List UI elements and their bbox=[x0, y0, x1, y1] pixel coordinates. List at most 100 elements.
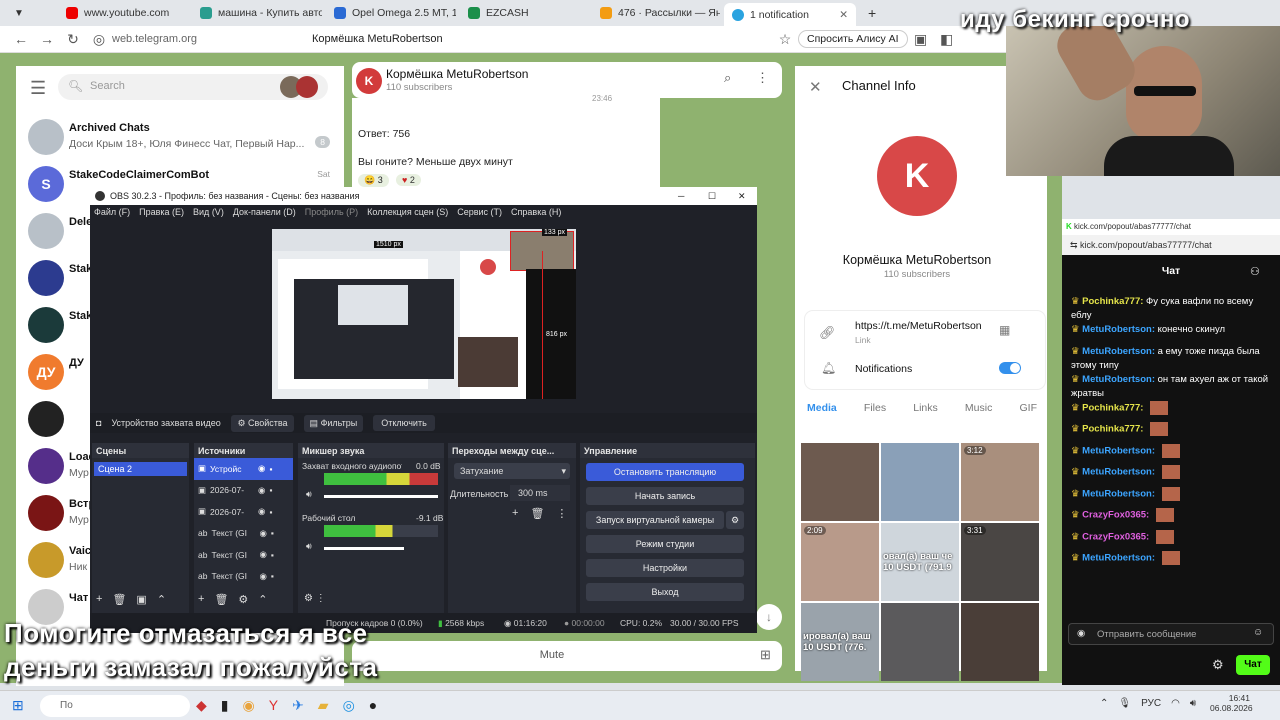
media-thumbnail[interactable] bbox=[961, 603, 1039, 681]
source-item[interactable]: ▣ Устройс ◉ ▪ bbox=[194, 458, 293, 480]
obs-menu-item[interactable]: Файл (F) bbox=[94, 207, 130, 221]
media-thumbnail[interactable] bbox=[801, 443, 879, 521]
media-tab-links[interactable]: Links bbox=[913, 402, 938, 428]
disable-button[interactable]: Отключить bbox=[373, 415, 435, 431]
scroll-down-button[interactable]: ↓ bbox=[756, 604, 782, 630]
add-icon[interactable]: + bbox=[512, 507, 518, 520]
tab-youtube[interactable]: www.youtube.com bbox=[58, 3, 188, 23]
settings-icon[interactable]: ⚙ bbox=[726, 511, 744, 529]
obs-menu-item[interactable]: Коллекция сцен (S) bbox=[367, 207, 448, 221]
chat-list-item[interactable]: Archived Chats Доси Крым 18+, Юля Финесс … bbox=[16, 114, 344, 160]
media-thumbnail[interactable]: 3:31 bbox=[961, 523, 1039, 601]
chat-username[interactable]: CrazyFox0365: bbox=[1082, 531, 1149, 542]
obs-menu-item[interactable]: Док-панели (D) bbox=[233, 207, 296, 221]
app-icon[interactable]: ◆ bbox=[196, 697, 207, 714]
extension-icon[interactable]: ▣ bbox=[908, 31, 934, 48]
search-input[interactable]: 🔍︎ Search bbox=[58, 74, 328, 100]
minimize-icon[interactable]: ─ bbox=[678, 187, 684, 205]
transition-select[interactable]: Затухание ▾ bbox=[454, 463, 570, 479]
forward-icon[interactable]: → bbox=[34, 31, 60, 47]
lock-icon[interactable]: ▪ bbox=[271, 528, 274, 538]
chat-username[interactable]: MetuRobertson: bbox=[1082, 324, 1155, 335]
kick-chat-input[interactable]: ◉ Отправить сообщение ☺ bbox=[1068, 623, 1274, 645]
alice-button[interactable]: Спросить Алису AI bbox=[798, 30, 908, 48]
chat-header[interactable]: K Кормёшка MetuRobertson 110 subscribers… bbox=[352, 62, 782, 98]
mic-icon[interactable]: 🎙︎ bbox=[1118, 698, 1131, 709]
tab-yandex-mail[interactable]: 476 · Рассылки — Яндекс bbox=[592, 3, 720, 23]
media-thumbnail[interactable]: 2:09 bbox=[801, 523, 879, 601]
chat-username[interactable]: Pochinka777: bbox=[1082, 296, 1143, 307]
telegram-icon[interactable]: ✈ bbox=[292, 697, 304, 714]
tab-auto[interactable]: машина - Купить авто bbox=[192, 3, 322, 23]
gift-icon[interactable]: ⊞ bbox=[760, 647, 771, 663]
wifi-icon[interactable]: ◠ bbox=[1171, 698, 1180, 709]
eye-icon[interactable]: ◉ bbox=[258, 463, 265, 474]
lock-icon[interactable]: ▪ bbox=[269, 507, 272, 517]
obs-preview[interactable]: 1510 px 133 px 816 px bbox=[272, 229, 576, 399]
obs-menu-item[interactable]: Правка (E) bbox=[139, 207, 184, 221]
menu-icon[interactable]: ☰ bbox=[30, 78, 46, 99]
clock[interactable]: 16:41 06.08.2026 bbox=[1210, 693, 1253, 713]
obs-control-button[interactable]: Выход bbox=[586, 583, 744, 601]
add-icon[interactable]: + bbox=[198, 593, 204, 606]
new-tab-button[interactable]: + bbox=[860, 3, 880, 23]
lock-icon[interactable]: ▪ bbox=[269, 464, 272, 474]
chat-username[interactable]: MetuRobertson: bbox=[1082, 346, 1155, 357]
folder-icon[interactable]: ▰ bbox=[318, 697, 329, 714]
trash-icon[interactable]: 🗑︎ bbox=[214, 593, 228, 606]
eye-icon[interactable]: ◉ bbox=[259, 571, 266, 582]
eye-icon[interactable]: ◉ bbox=[259, 549, 266, 560]
channel-link[interactable]: https://t.me/MetuRobertson bbox=[855, 320, 982, 332]
trash-icon[interactable]: 🗑︎ bbox=[530, 507, 544, 520]
obs-titlebar[interactable]: OBS 30.2.3 - Профиль: без названия - Сце… bbox=[90, 187, 757, 205]
up-icon[interactable]: ⌃ bbox=[157, 593, 166, 606]
media-thumbnail[interactable]: овал(а) ваш че 10 USDT (791.9 bbox=[881, 523, 959, 601]
task-view-icon[interactable]: ▮ bbox=[221, 697, 229, 714]
media-tab-files[interactable]: Files bbox=[864, 402, 886, 428]
emoji-icon[interactable]: ☺ bbox=[1253, 627, 1263, 638]
close-icon[interactable]: ✕ bbox=[738, 187, 746, 205]
obs-control-button[interactable]: Настройки bbox=[586, 559, 744, 577]
obs-control-button[interactable]: Остановить трансляцию bbox=[586, 463, 744, 481]
chat-username[interactable]: Pochinka777: bbox=[1082, 402, 1143, 413]
edge-icon[interactable]: ◎ bbox=[343, 697, 355, 714]
settings-icon[interactable]: ⚙ bbox=[238, 593, 248, 606]
bookmark-icon[interactable]: ☆ bbox=[772, 31, 798, 48]
tab-opel[interactable]: Opel Omega 2.5 MT, 1994 bbox=[326, 3, 456, 23]
scene-item[interactable]: Сцена 2 bbox=[94, 462, 187, 476]
volume-slider[interactable] bbox=[324, 495, 438, 498]
source-item[interactable]: ab Текст (GI ◉ ▪ bbox=[194, 523, 293, 545]
obs-control-button[interactable]: Начать запись bbox=[586, 487, 744, 505]
more-icon[interactable]: ⋮ bbox=[556, 507, 567, 520]
obs-control-button[interactable]: Режим студии bbox=[586, 535, 744, 553]
filters-button[interactable]: ▤ Фильтры bbox=[303, 414, 364, 432]
trash-icon[interactable]: 🗑︎ bbox=[112, 593, 126, 606]
tab-ezcash[interactable]: EZCASH bbox=[460, 3, 588, 23]
lock-icon[interactable]: ▪ bbox=[271, 571, 274, 581]
chat-username[interactable]: MetuRobertson: bbox=[1082, 445, 1155, 456]
volume-slider[interactable] bbox=[324, 547, 404, 550]
settings-icon[interactable]: ⚙ bbox=[1212, 657, 1224, 673]
site-info-icon[interactable]: ◎ bbox=[86, 31, 112, 48]
media-tab-gif[interactable]: GIF bbox=[1020, 402, 1038, 428]
maximize-icon[interactable]: ☐ bbox=[708, 187, 716, 205]
filter-icon[interactable]: ▣ bbox=[136, 593, 146, 606]
speaker-icon[interactable]: 🔊︎ bbox=[306, 541, 312, 552]
tab-menu-button[interactable]: ▼ bbox=[6, 3, 30, 23]
media-tab-media[interactable]: Media bbox=[807, 402, 837, 428]
chat-username[interactable]: MetuRobertson: bbox=[1082, 553, 1155, 564]
users-icon[interactable]: ⚇ bbox=[1250, 265, 1260, 278]
chat-username[interactable]: MetuRobertson: bbox=[1082, 467, 1155, 478]
properties-button[interactable]: ⚙ Свойства bbox=[231, 414, 294, 432]
up-icon[interactable]: ⌃ bbox=[258, 593, 267, 606]
lock-icon[interactable]: ▪ bbox=[271, 550, 274, 560]
source-item[interactable]: ab Текст (GI ◉ ▪ bbox=[194, 544, 293, 566]
source-item[interactable]: ▣ 2026-07- ◉ ▪ bbox=[194, 501, 293, 523]
media-tab-music[interactable]: Music bbox=[965, 402, 992, 428]
speaker-icon[interactable]: 🔊︎ bbox=[306, 489, 312, 500]
url-text[interactable]: web.telegram.org bbox=[112, 33, 312, 45]
close-icon[interactable]: ✕ bbox=[839, 9, 848, 21]
obs-menu-item[interactable]: Сервис (T) bbox=[457, 207, 502, 221]
chrome-icon[interactable]: ◉ bbox=[243, 697, 255, 714]
taskbar-search[interactable]: По bbox=[40, 695, 190, 717]
